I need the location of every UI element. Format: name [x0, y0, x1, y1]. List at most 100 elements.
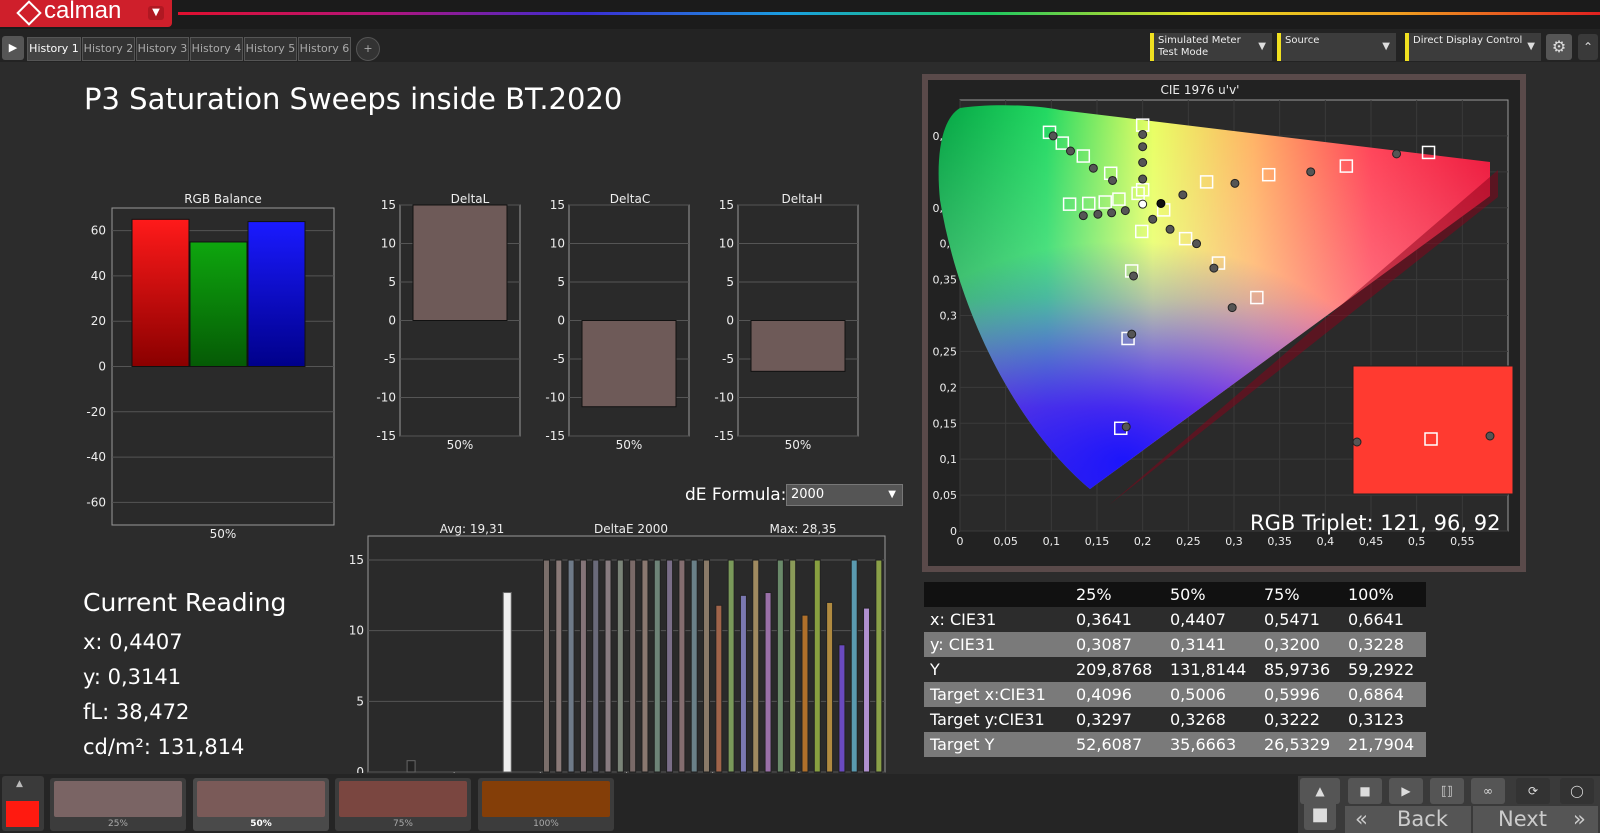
refresh-icon[interactable]: ⟳ — [1516, 778, 1550, 804]
y-tick-label: -10 — [376, 391, 396, 405]
inset-measured-point — [1352, 437, 1362, 447]
measured-point — [1048, 131, 1058, 141]
table-cell: 52,6087 — [1070, 732, 1164, 757]
table-cell: x: CIE31 — [930, 610, 997, 629]
swatch-50[interactable]: 50% — [193, 778, 329, 831]
collapse-icon[interactable]: ⌃ — [1578, 34, 1598, 60]
tab-history-4[interactable]: History 4 — [190, 37, 243, 61]
table-cell: 85,9736 — [1264, 660, 1331, 679]
measured-point — [1078, 211, 1088, 221]
meter-dropdown[interactable]: Simulated Meter Test Mode ▼ — [1150, 33, 1272, 61]
x-tick-label: 0,5 — [1408, 535, 1426, 548]
current-reading-title: Current Reading — [83, 588, 287, 617]
zoom-inset — [1352, 365, 1514, 495]
deltae-bar — [690, 559, 698, 773]
swatch-25[interactable]: 25% — [50, 778, 186, 831]
y-tick-label: -15 — [376, 429, 396, 443]
tab-history-6[interactable]: History 6 — [298, 37, 351, 61]
table-cell: 209,8768 — [1076, 660, 1153, 679]
swatch-100[interactable]: 100% — [478, 778, 614, 831]
calman-logo[interactable]: calman ▼ — [0, 0, 172, 27]
y-tick-label: 15 — [719, 200, 734, 212]
table-cell: Y — [930, 660, 940, 679]
deltae-bar — [813, 559, 821, 773]
rgb-balance-chart: 60 40 20 0 -20 -40 -60 50% — [86, 207, 335, 541]
current-color-fill — [6, 801, 39, 827]
y-tick-label: -40 — [86, 450, 106, 464]
swatch-fill — [482, 781, 610, 817]
deltae-bar — [641, 559, 649, 773]
y-tick-label: 0,05 — [933, 489, 958, 502]
x-tick-label: 0,05 — [993, 535, 1018, 548]
table-cell: 0,3222 — [1264, 710, 1320, 729]
y-tick-label: -10 — [545, 391, 565, 405]
gear-icon[interactable]: ⚙ — [1546, 34, 1572, 60]
logo-text: calman — [44, 0, 122, 24]
table-cell: 131,8144 — [1170, 660, 1247, 679]
swatch-label: 50% — [250, 819, 272, 829]
table-cell: 0,5471 — [1264, 610, 1320, 629]
measured-point — [1230, 178, 1240, 188]
stop-icon[interactable]: ■ — [1304, 800, 1336, 830]
rgb-triplet: RGB Triplet: 121, 96, 92 — [1250, 511, 1501, 535]
tab-history-3[interactable]: History 3 — [136, 37, 189, 61]
y-tick-label: 10 — [719, 237, 734, 251]
reading-cdm2: cd/m²: 131,814 — [83, 735, 245, 759]
deltae-bar — [629, 559, 637, 773]
measure-icon[interactable]: ⟦⟧ — [1430, 778, 1464, 804]
deltae-bar — [838, 644, 846, 773]
measured-point — [1088, 163, 1098, 173]
chevron-down-icon: ▼ — [1382, 41, 1390, 52]
tab-history-2[interactable]: History 2 — [82, 37, 135, 61]
y-tick-label: -15 — [545, 429, 565, 443]
x-tick-label: 0,35 — [1267, 535, 1292, 548]
reading-x: x: 0,4407 — [83, 630, 183, 654]
y-tick-label: -60 — [86, 495, 106, 509]
readings-table: 25% 50% 75% 100% x: CIE31 0,3641 0,4407 … — [924, 582, 1426, 757]
options-icon[interactable]: ◯ — [1560, 778, 1594, 804]
y-tick-label: 0 — [98, 360, 106, 374]
table-cell: 35,6663 — [1164, 732, 1258, 757]
table-row: Target x:CIE31 0,4096 0,5006 0,5996 0,68… — [924, 682, 1426, 707]
delta-xlabel: 50% — [616, 438, 643, 452]
y-tick-label: 0 — [388, 314, 396, 328]
next-button[interactable]: Next » — [1473, 806, 1598, 833]
play-icon[interactable]: ▶ — [2, 36, 24, 60]
deltae-bar — [666, 559, 674, 773]
current-color-swatch[interactable]: ▲ — [2, 776, 44, 831]
stop-icon[interactable]: ■ — [1348, 778, 1382, 804]
y-tick-label: 0 — [950, 525, 957, 538]
table-header: 75% — [1258, 582, 1342, 607]
back-label: Back — [1397, 807, 1448, 831]
continuous-icon[interactable]: ∞ — [1471, 778, 1505, 804]
tab-history-5[interactable]: History 5 — [244, 37, 297, 61]
table-cell: 0,4407 — [1170, 610, 1226, 629]
play-icon[interactable]: ▶ — [1389, 778, 1423, 804]
display-control-dropdown[interactable]: Direct Display Control ▼ — [1405, 33, 1541, 61]
x-tick-label: 0,3 — [1225, 535, 1243, 548]
table-cell: 26,5329 — [1258, 732, 1342, 757]
x-tick-label: 0,1 — [1043, 535, 1061, 548]
deltae-bar — [727, 559, 735, 773]
measured-point — [1148, 214, 1158, 224]
reading-fl: fL: 38,472 — [83, 700, 190, 724]
deltae-bar — [592, 559, 600, 773]
table-row: Y 209,8768 131,8144 85,9736 59,2922 — [924, 657, 1426, 682]
reading-y: y: 0,3141 — [83, 665, 182, 689]
y-tick-label: -5 — [553, 352, 565, 366]
back-button[interactable]: « Back — [1345, 806, 1471, 833]
table-cell: y: CIE31 — [924, 632, 1070, 657]
chevron-down-icon[interactable]: ▼ — [148, 6, 164, 20]
swatch-fill — [54, 781, 182, 817]
chevron-up-icon[interactable]: ▲ — [16, 779, 23, 789]
y-tick-label: -10 — [714, 391, 734, 405]
source-dropdown[interactable]: Source ▼ — [1277, 33, 1396, 61]
measured-point — [1120, 206, 1130, 216]
add-tab-button[interactable]: + — [356, 37, 380, 61]
deltae-bar — [863, 607, 871, 773]
x-tick-label: 0 — [957, 535, 964, 548]
de-formula-select[interactable]: 2000 ▼ — [786, 484, 903, 506]
table-cell: 0,6864 — [1342, 682, 1426, 707]
swatch-75[interactable]: 75% — [335, 778, 471, 831]
tab-history-1[interactable]: History 1 — [27, 37, 81, 61]
